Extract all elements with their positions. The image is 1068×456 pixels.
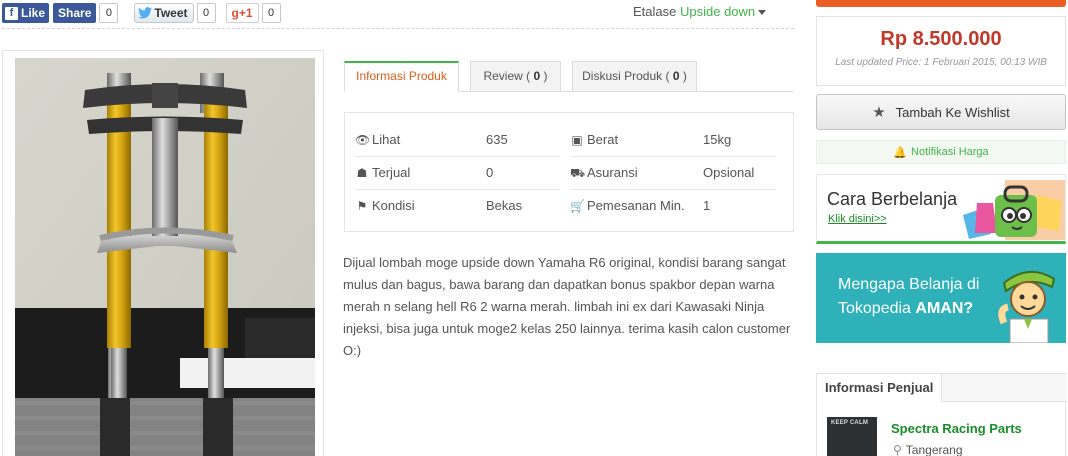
mascot-illustration (998, 271, 1056, 343)
tab-diskusi-produk[interactable]: Diskusi Produk ( 0 ) (572, 61, 697, 92)
truck-icon: ⛟ (570, 166, 586, 180)
banner-line1: Mengapa Belanja di (838, 276, 980, 293)
banner-line2-bold: AMAN? (915, 300, 974, 317)
cart-icon: 🛒 (570, 199, 585, 213)
info-row-kondisi: ⚑ Kondisi (355, 189, 415, 222)
basket-icon: ☗ (356, 166, 368, 180)
product-tabs: Informasi Produk Review ( 0 ) Diskusi Pr… (344, 61, 794, 92)
banner-text: Mengapa Belanja di Tokopedia AMAN? (838, 273, 1003, 321)
tab-label: Review ( (483, 69, 534, 83)
chevron-down-icon (758, 10, 767, 16)
product-image-frame (2, 50, 324, 456)
tab-suffix: ) (540, 69, 548, 83)
info-label: Pemesanan Min. (587, 198, 685, 213)
info-value: 15kg (703, 132, 732, 147)
tag-icon: ⚑ (356, 199, 368, 213)
weight-icon: ▣ (571, 133, 583, 147)
shopping-guide-banner[interactable]: Cara Berbelanja Klik disini>> (816, 174, 1066, 244)
fork-photo-illustration (15, 58, 315, 456)
shopping-bags-illustration (963, 180, 1065, 240)
divider (2, 28, 794, 29)
wishlist-label: Tambah Ke Wishlist (895, 104, 1010, 120)
info-label: Terjual (372, 165, 411, 180)
etalase-label: Etalase (633, 4, 677, 19)
info-value: Bekas (486, 198, 523, 213)
seller-section-title: Informasi Penjual (817, 374, 943, 402)
info-label: Asuransi (587, 165, 638, 180)
info-row-berat: ▣ Berat (570, 123, 618, 156)
banner-title: Cara Berbelanja (827, 189, 958, 209)
product-info-table: 👁 Lihat 635 ☗ Terjual 0 ⚑ Kondisi Bekas ▣ Be… (344, 112, 794, 232)
map-pin-icon: ⚲ (893, 443, 902, 456)
google-plus-button[interactable]: g+1 (225, 3, 259, 23)
seller-header: Informasi Penjual (817, 374, 1067, 402)
info-row-asuransi: ⛟ Asuransi (570, 156, 638, 189)
info-row-pemesanan-min: 🛒 Pemesanan Min. (570, 189, 685, 222)
bell-icon: 🔔 (893, 146, 908, 159)
star-icon: ★ (872, 104, 886, 121)
seller-location: ⚲ Tangerang (893, 443, 963, 456)
product-description: Dijual lombah moge upside down Yamaha R6… (343, 255, 791, 358)
tab-label: Diskusi Produk ( (582, 69, 673, 83)
social-share-bar: f Like Share 0 Tweet 0 g+1 0 (0, 0, 281, 26)
seller-info-box: Informasi Penjual KEEP CALM Spectra Raci… (816, 373, 1067, 456)
price-box: Rp 8.500.000 Last updated Price: 1 Febru… (816, 16, 1066, 86)
info-value: 1 (703, 198, 711, 213)
twitter-bird-icon (138, 7, 153, 19)
tweet-button[interactable]: Tweet (134, 3, 194, 23)
avatar-text: KEEP CALM (831, 420, 869, 426)
tab-informasi-produk[interactable]: Informasi Produk (344, 61, 459, 92)
tab-count: 0 (672, 69, 680, 83)
tweet-count: 0 (196, 3, 216, 23)
notif-label: Notifikasi Harga (911, 146, 989, 158)
info-label: Kondisi (372, 198, 415, 213)
price-notification-link[interactable]: 🔔 Notifikasi Harga (816, 140, 1066, 164)
etalase-dropdown[interactable]: Etalase Upside down (633, 4, 767, 19)
safe-shopping-banner[interactable]: Mengapa Belanja di Tokopedia AMAN? (816, 253, 1066, 343)
seller-name-link[interactable]: Spectra Racing Parts (891, 421, 1022, 436)
facebook-share-button[interactable]: Share (53, 3, 97, 23)
add-wishlist-button[interactable]: ★ Tambah Ke Wishlist (816, 94, 1066, 130)
banner-line2: Tokopedia (838, 300, 916, 317)
info-label: Berat (587, 132, 619, 147)
info-label: Lihat (372, 132, 401, 147)
product-price: Rp 8.500.000 (880, 28, 1002, 50)
facebook-icon: f (5, 6, 18, 20)
seller-avatar[interactable]: KEEP CALM (827, 417, 877, 456)
product-image[interactable] (15, 58, 315, 456)
info-row-lihat: 👁 Lihat (355, 123, 400, 156)
info-value: 635 (486, 132, 508, 147)
facebook-like-button[interactable]: f Like (2, 3, 50, 23)
banner-link[interactable]: Klik disini>> (828, 213, 887, 225)
tab-suffix: ) (679, 69, 687, 83)
tab-label: Informasi Produk (356, 69, 447, 83)
seller-location-text: Tangerang (905, 443, 963, 456)
buy-button-edge[interactable] (816, 0, 1066, 7)
etalase-value: Upside down (680, 4, 756, 19)
info-row-terjual: ☗ Terjual (355, 156, 411, 189)
info-value: 0 (486, 165, 494, 180)
tweet-label: Tweet (154, 6, 188, 20)
info-value: Opsional (703, 165, 755, 180)
facebook-like-label: Like (21, 6, 46, 20)
price-updated-text: Last updated Price: 1 Februari 2015, 00:… (835, 57, 1047, 68)
facebook-count: 0 (99, 3, 119, 23)
google-plus-count: 0 (261, 3, 281, 23)
eye-icon: 👁 (355, 133, 371, 147)
tab-review[interactable]: Review ( 0 ) (470, 61, 561, 92)
